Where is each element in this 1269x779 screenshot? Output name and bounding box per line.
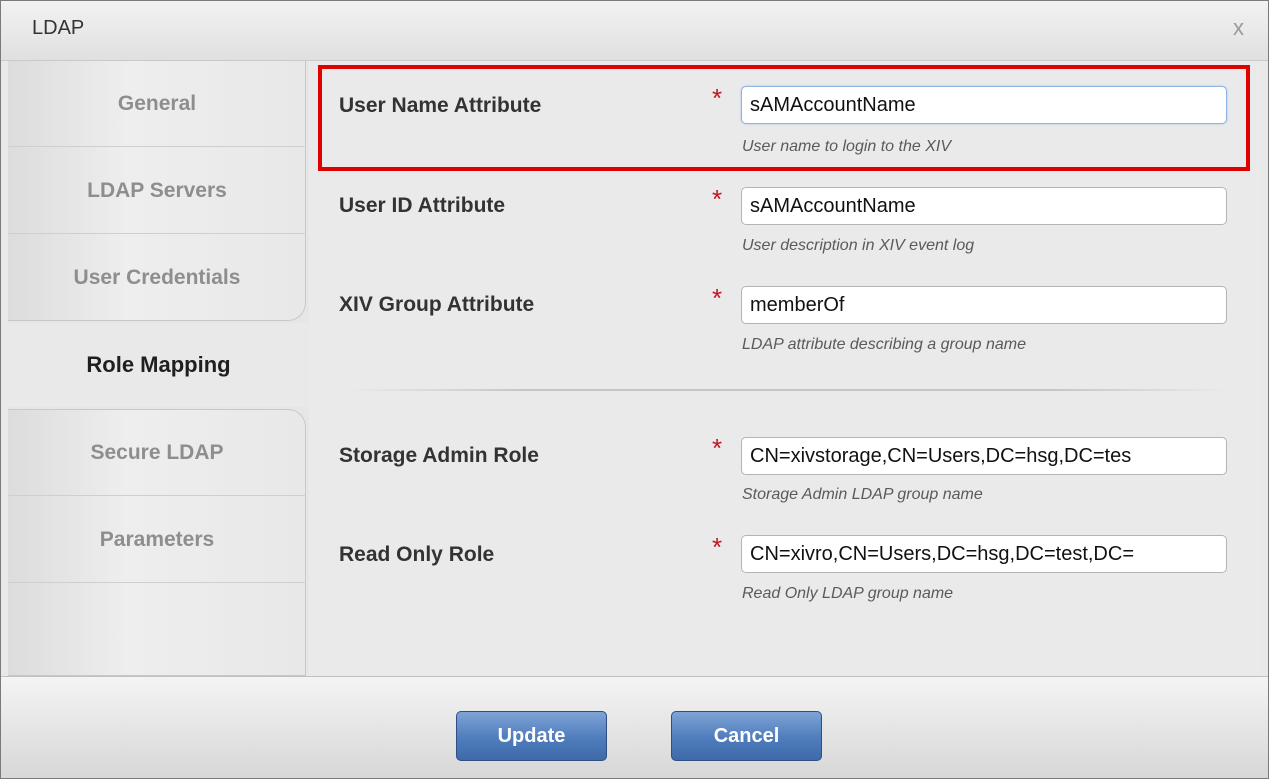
storage-admin-role-label: Storage Admin Role: [339, 444, 539, 467]
sidebar: General LDAP Servers User Credentials Ro…: [8, 61, 309, 676]
required-icon: *: [712, 532, 723, 562]
update-button[interactable]: Update: [456, 711, 607, 761]
role-mapping-panel: User Name Attribute * User name to login…: [309, 61, 1260, 676]
read-only-role-input[interactable]: [741, 535, 1227, 573]
section-divider: [349, 389, 1229, 391]
dialog-footer: Update Cancel: [1, 676, 1268, 778]
tab-ldap-servers[interactable]: LDAP Servers: [8, 148, 306, 234]
ldap-dialog: LDAP x General LDAP Servers User Credent…: [0, 0, 1269, 779]
tab-general[interactable]: General: [8, 61, 306, 147]
tab-secure-ldap[interactable]: Secure LDAP: [8, 410, 306, 496]
user-id-attribute-hint: User description in XIV event log: [742, 237, 975, 254]
cancel-button[interactable]: Cancel: [671, 711, 822, 761]
tab-parameters[interactable]: Parameters: [8, 497, 306, 583]
read-only-role-hint: Read Only LDAP group name: [742, 585, 954, 602]
tab-group-bottom: Secure LDAP Parameters: [8, 409, 306, 676]
required-icon: *: [712, 283, 723, 313]
tab-user-credentials[interactable]: User Credentials: [8, 235, 306, 321]
user-name-attribute-input[interactable]: [741, 86, 1227, 124]
user-name-attribute-hint: User name to login to the XIV: [742, 138, 951, 155]
required-icon: *: [712, 83, 723, 113]
storage-admin-role-hint: Storage Admin LDAP group name: [742, 486, 983, 503]
xiv-group-attribute-hint: LDAP attribute describing a group name: [742, 336, 1027, 353]
storage-admin-role-input[interactable]: [741, 437, 1227, 475]
xiv-group-attribute-input[interactable]: [741, 286, 1227, 324]
user-id-attribute-input[interactable]: [741, 187, 1227, 225]
user-name-attribute-label: User Name Attribute: [339, 94, 542, 117]
dialog-title: LDAP: [32, 17, 85, 39]
required-icon: *: [712, 433, 723, 463]
title-bar: LDAP x: [1, 1, 1268, 61]
read-only-role-label: Read Only Role: [339, 543, 495, 566]
close-icon[interactable]: x: [1233, 15, 1244, 41]
tab-group-top: General LDAP Servers User Credentials: [8, 61, 306, 321]
xiv-group-attribute-label: XIV Group Attribute: [339, 293, 535, 316]
tab-role-mapping[interactable]: Role Mapping: [8, 323, 309, 407]
user-id-attribute-label: User ID Attribute: [339, 194, 506, 217]
required-icon: *: [712, 184, 723, 214]
